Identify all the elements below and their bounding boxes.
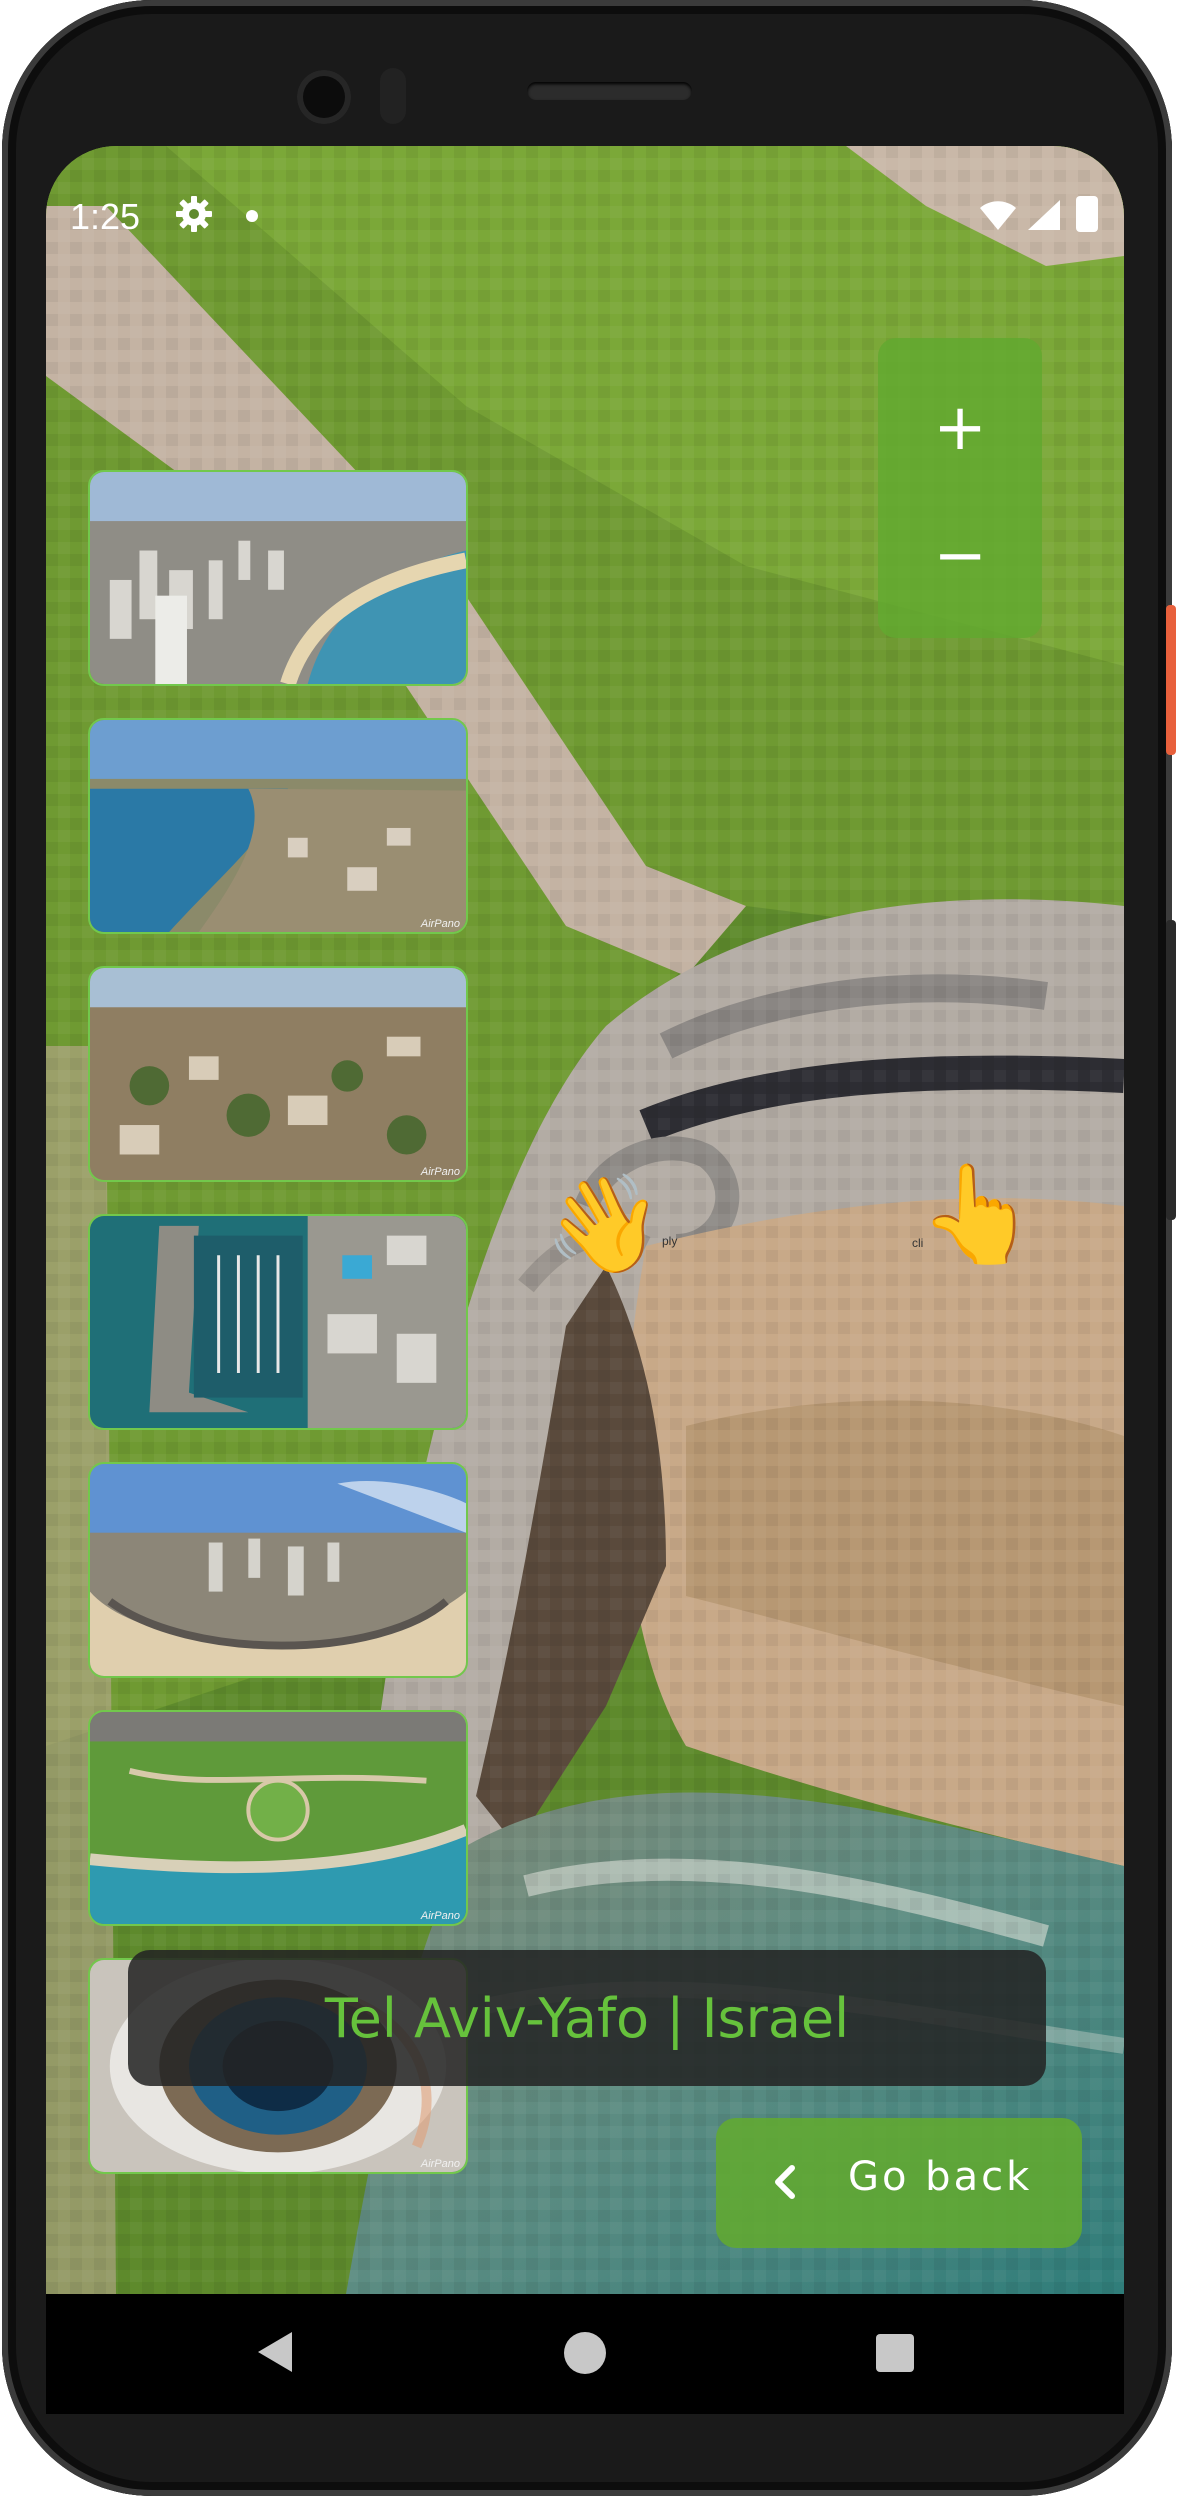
zoom-in-button[interactable]: + — [878, 368, 1042, 488]
proximity-sensor — [380, 68, 406, 124]
thumbnail-image — [90, 472, 466, 684]
status-bar: 1:25 — [46, 190, 1124, 250]
zoom-out-button[interactable]: − — [878, 496, 1042, 616]
zoom-control: + − — [878, 338, 1042, 638]
nav-back-icon[interactable] — [258, 2332, 292, 2372]
thumbnail-watermark: AirPano — [420, 2158, 460, 2170]
signal-icon — [1028, 200, 1060, 230]
nav-recents-icon[interactable] — [876, 2334, 914, 2372]
power-button — [1166, 605, 1176, 755]
go-back-button[interactable]: Go back — [716, 2118, 1082, 2248]
thumbnail-image — [90, 968, 466, 1180]
swipe-hand-icon: 👋 — [544, 1168, 664, 1280]
system-navigation-bar — [46, 2294, 1124, 2414]
thumbnail-watermark: AirPano — [420, 918, 460, 930]
thumbnail-coast-bay[interactable]: AirPano — [88, 718, 468, 934]
thumbnail-image — [90, 1464, 466, 1676]
nav-home-icon[interactable] — [564, 2332, 606, 2374]
thumbnail-image — [90, 1712, 466, 1924]
thumbnail-marina[interactable] — [88, 1214, 468, 1430]
thumbnail-image — [90, 1216, 466, 1428]
thumbnail-watermark: AirPano — [420, 1166, 460, 1178]
thumbnail-park-coast[interactable]: AirPano — [88, 1710, 468, 1926]
wifi-icon — [980, 201, 1016, 230]
thumbnail-watermark: AirPano — [420, 1910, 460, 1922]
thumbnail-curved-beach[interactable] — [88, 1462, 468, 1678]
notification-dot-icon — [246, 210, 258, 222]
earpiece-speaker — [527, 82, 692, 100]
go-back-label: Go back — [848, 2154, 1033, 2200]
screen: 1:25 + − AirPano AirPano AirPano AirPano… — [46, 146, 1124, 2294]
thumbnail-old-city[interactable]: AirPano — [88, 966, 468, 1182]
location-title-banner: Tel Aviv-Yafo | Israel — [128, 1950, 1046, 2086]
hand-hint-label-left: ply — [662, 1234, 678, 1248]
hand-hint-label-right: cli — [912, 1236, 924, 1250]
tap-hand-icon: 👆 — [918, 1158, 1038, 1270]
battery-icon — [1076, 196, 1098, 232]
volume-button — [1166, 920, 1176, 1220]
status-time: 1:25 — [70, 196, 141, 237]
thumbnail-image — [90, 720, 466, 932]
gear-icon — [176, 196, 212, 232]
thumbnail-city-beach[interactable] — [88, 470, 468, 686]
chevron-left-icon — [775, 2165, 795, 2199]
front-camera — [297, 70, 351, 124]
location-title: Tel Aviv-Yafo | Israel — [324, 1986, 850, 2050]
